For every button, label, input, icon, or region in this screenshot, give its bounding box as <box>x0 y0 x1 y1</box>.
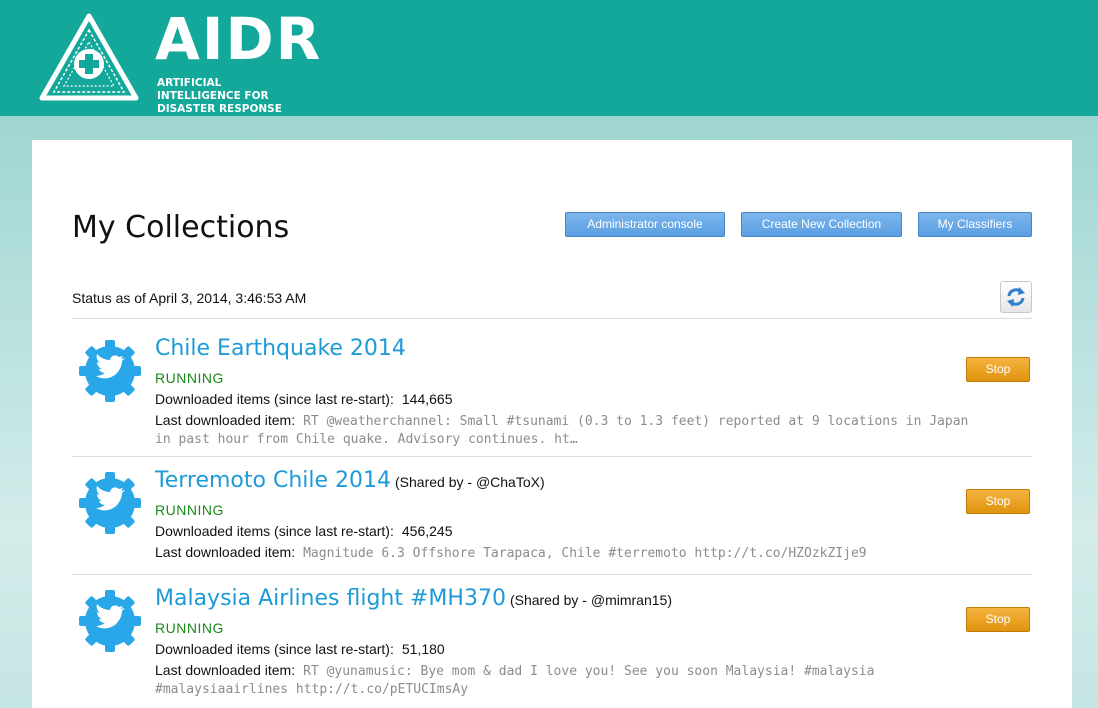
collection-name-link[interactable]: Malaysia Airlines flight #MH370 <box>155 586 506 611</box>
collection-name-link[interactable]: Chile Earthquake 2014 <box>155 336 406 361</box>
last-item-text: Magnitude 6.3 Offshore Tarapaca, Chile #… <box>303 546 867 561</box>
create-new-collection-button[interactable]: Create New Collection <box>741 212 902 237</box>
brand-title: AIDR <box>155 5 323 73</box>
last-item-label: Last downloaded item: <box>155 544 296 560</box>
last-downloaded-item: Last downloaded item: RT @yunamusic: Bye … <box>155 662 975 698</box>
downloaded-items: Downloaded items (since last re-start): 1… <box>155 391 452 407</box>
shared-by-label: (Shared by - @mimran15) <box>509 592 672 608</box>
status-timestamp: Status as of April 3, 2014, 3:46:53 AM <box>72 290 307 306</box>
twitter-gear-icon <box>79 340 141 402</box>
downloaded-items-label: Downloaded items (since last re-start): <box>155 641 394 657</box>
downloaded-items-label: Downloaded items (since last re-start): <box>155 391 394 407</box>
last-downloaded-item: Last downloaded item: RT @weatherchannel:… <box>155 412 975 448</box>
status-badge: RUNNING <box>155 620 224 636</box>
collection-item: Terremoto Chile 2014 (Shared by - @ChaToX… <box>72 456 1032 574</box>
collection-item: Chile Earthquake 2014 RUNNING Downloaded… <box>72 318 1032 456</box>
page-title: My Collections <box>72 210 290 245</box>
downloaded-items: Downloaded items (since last re-start): 4… <box>155 523 452 539</box>
administrator-console-button[interactable]: Administrator console <box>565 212 725 237</box>
refresh-icon <box>1007 287 1025 307</box>
brand-tagline: ARTIFICIAL INTELLIGENCE FOR DISASTER RES… <box>157 77 282 115</box>
twitter-gear-icon <box>79 472 141 534</box>
collection-title-line: Chile Earthquake 2014 <box>155 336 410 361</box>
downloaded-items-label: Downloaded items (since last re-start): <box>155 523 394 539</box>
stop-button[interactable]: Stop <box>966 607 1030 632</box>
status-badge: RUNNING <box>155 502 224 518</box>
downloaded-items: Downloaded items (since last re-start): 5… <box>155 641 445 657</box>
collections-panel: My Collections Administrator console Cre… <box>32 140 1072 708</box>
aidr-logo-icon[interactable] <box>38 12 140 104</box>
refresh-button[interactable] <box>1000 281 1032 313</box>
shared-by-label: (Shared by - @ChaToX) <box>395 474 545 490</box>
twitter-gear-icon <box>79 590 141 652</box>
downloaded-items-count: 144,665 <box>401 391 453 407</box>
status-badge: RUNNING <box>155 370 224 386</box>
stop-button[interactable]: Stop <box>966 489 1030 514</box>
collection-title-line: Malaysia Airlines flight #MH370 (Shared b… <box>155 586 672 611</box>
last-downloaded-item: Last downloaded item: Magnitude 6.3 Offsh… <box>155 544 975 562</box>
downloaded-items-count: 456,245 <box>401 523 453 539</box>
last-item-label: Last downloaded item: <box>155 412 296 428</box>
stop-button[interactable]: Stop <box>966 357 1030 382</box>
last-item-label: Last downloaded item: <box>155 662 296 678</box>
collection-title-line: Terremoto Chile 2014 (Shared by - @ChaToX… <box>155 468 545 493</box>
collection-name-link[interactable]: Terremoto Chile 2014 <box>155 468 391 493</box>
my-classifiers-button[interactable]: My Classifiers <box>918 212 1032 237</box>
downloaded-items-count: 51,180 <box>401 641 445 657</box>
collection-item: Malaysia Airlines flight #MH370 (Shared b… <box>72 574 1032 708</box>
